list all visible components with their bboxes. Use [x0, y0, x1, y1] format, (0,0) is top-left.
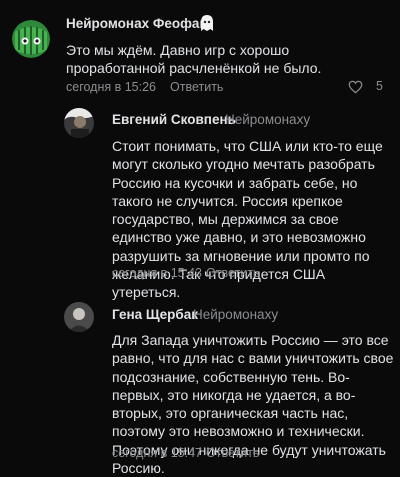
comment-author[interactable]: Евгений Сковпень	[112, 112, 236, 127]
comment-time: сегодня в 15:43	[112, 266, 202, 280]
comment-time: сегодня в 15:26	[66, 80, 156, 94]
reply-to-label[interactable]: Нейромонаху	[225, 112, 310, 127]
like-count: 5	[376, 79, 383, 93]
heart-icon	[348, 80, 363, 94]
reply-button[interactable]: Ответить	[206, 266, 259, 280]
comment-author[interactable]: Гена Щербак	[112, 307, 198, 322]
avatar[interactable]	[64, 108, 94, 138]
comment-author[interactable]: Нейромонах Феофан	[66, 16, 208, 31]
avatar[interactable]	[64, 302, 94, 332]
comment-time: сегодня в 15:47	[112, 446, 202, 460]
comment-text: Это мы ждём. Давно игр с хорошо проработ…	[66, 42, 322, 77]
like-button[interactable]: 5	[348, 79, 386, 95]
reply-button[interactable]: Ответить	[206, 446, 259, 460]
ghost-badge-icon	[199, 14, 215, 32]
reply-to-label[interactable]: Нейромонаху	[193, 307, 278, 322]
avatar[interactable]	[12, 20, 50, 58]
reply-button[interactable]: Ответить	[170, 80, 223, 94]
